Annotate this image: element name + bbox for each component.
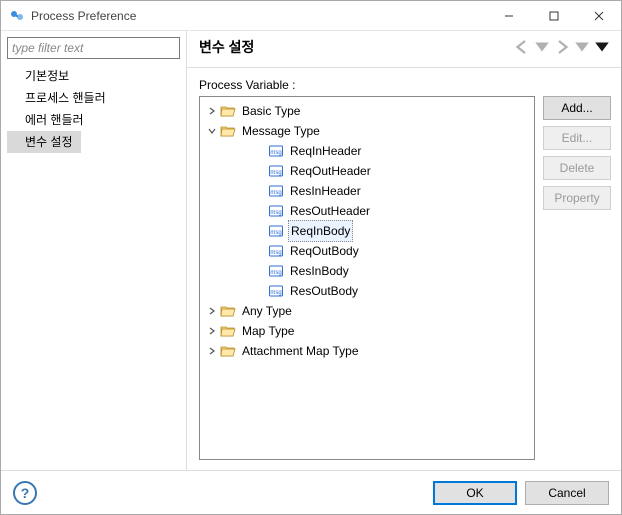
tree-row[interactable]: Message Type [202, 121, 532, 141]
svg-text:msg: msg [270, 270, 281, 276]
tree-label: ReqInBody [288, 220, 353, 242]
tree-row[interactable]: msg ResInHeader [202, 181, 532, 201]
svg-text:msg: msg [270, 170, 281, 176]
left-panel: 기본정보프로세스 핸들러에러 핸들러변수 설정 [1, 31, 187, 470]
tree-row[interactable]: Basic Type [202, 101, 532, 121]
msg-icon: msg [268, 223, 284, 239]
msg-icon: msg [268, 183, 284, 199]
pane-header: 변수 설정 [187, 31, 621, 68]
msg-icon: msg [268, 243, 284, 259]
body: 기본정보프로세스 핸들러에러 핸들러변수 설정 변수 설정 Process Va… [1, 31, 621, 470]
nav-item[interactable]: 기본정보 [7, 65, 180, 87]
pane-body: Process Variable : Basic TypeMessage Typ… [187, 68, 621, 470]
folder-icon [220, 323, 236, 339]
close-button[interactable] [576, 1, 621, 30]
msg-icon: msg [268, 283, 284, 299]
app-icon [9, 8, 25, 24]
tree-row[interactable]: msg ReqOutBody [202, 241, 532, 261]
tree-label: ResOutBody [288, 281, 360, 301]
filter-input[interactable] [7, 37, 180, 59]
tree-label: Basic Type [240, 101, 302, 121]
svg-text:msg: msg [270, 290, 281, 296]
tree-row[interactable]: msg ReqOutHeader [202, 161, 532, 181]
tree-row[interactable]: Map Type [202, 321, 532, 341]
minimize-button[interactable] [486, 1, 531, 30]
tree-label: ResInHeader [288, 181, 363, 201]
edit-button: Edit... [543, 126, 611, 150]
back-icon[interactable] [513, 38, 531, 56]
right-panel: 변수 설정 Process Variable : Basic TypeMessa… [187, 31, 621, 470]
tree-label: ReqOutBody [288, 241, 361, 261]
pane-menu-icon[interactable] [593, 38, 611, 56]
svg-text:msg: msg [270, 230, 281, 236]
tree-row[interactable]: msg ResOutBody [202, 281, 532, 301]
window: Process Preference 기본정보프로세스 핸들러에러 핸들러변수 … [0, 0, 622, 515]
msg-icon: msg [268, 163, 284, 179]
process-variable-column: Process Variable : Basic TypeMessage Typ… [199, 78, 535, 460]
tree-label: Any Type [240, 301, 294, 321]
delete-button: Delete [543, 156, 611, 180]
delete-button-label: Delete [560, 161, 595, 175]
ok-button-label: OK [466, 486, 483, 500]
folder-icon [220, 123, 236, 139]
maximize-button[interactable] [531, 1, 576, 30]
tree-label: ReqInHeader [288, 141, 363, 161]
pane-title: 변수 설정 [199, 37, 511, 57]
tree-row[interactable]: msg ReqInHeader [202, 141, 532, 161]
tree-row[interactable]: Attachment Map Type [202, 341, 532, 361]
tree-label: ResInBody [288, 261, 351, 281]
process-variable-label: Process Variable : [199, 78, 535, 92]
chevron-right-icon[interactable] [204, 346, 220, 356]
nav-list: 기본정보프로세스 핸들러에러 핸들러변수 설정 [7, 65, 180, 153]
property-button-label: Property [554, 191, 599, 205]
msg-icon: msg [268, 203, 284, 219]
cancel-button[interactable]: Cancel [525, 481, 609, 505]
titlebar: Process Preference [1, 1, 621, 31]
chevron-down-icon[interactable] [204, 126, 220, 136]
folder-icon [220, 103, 236, 119]
tree-label: ReqOutHeader [288, 161, 373, 181]
chevron-right-icon[interactable] [204, 326, 220, 336]
window-title: Process Preference [31, 9, 486, 23]
nav-item[interactable]: 프로세스 핸들러 [7, 87, 180, 109]
tree-label: Attachment Map Type [240, 341, 361, 361]
tree-row[interactable]: msg ResOutHeader [202, 201, 532, 221]
svg-text:msg: msg [270, 150, 281, 156]
tree-label: Map Type [240, 321, 296, 341]
chevron-right-icon[interactable] [204, 306, 220, 316]
cancel-button-label: Cancel [548, 486, 585, 500]
back-menu-icon[interactable] [533, 38, 551, 56]
tree-row[interactable]: Any Type [202, 301, 532, 321]
edit-button-label: Edit... [562, 131, 593, 145]
property-button: Property [543, 186, 611, 210]
svg-text:msg: msg [270, 250, 281, 256]
tree-label: Message Type [240, 121, 322, 141]
forward-menu-icon[interactable] [573, 38, 591, 56]
tree-label: ResOutHeader [288, 201, 372, 221]
button-column: Add... Edit... Delete Property [543, 96, 611, 460]
footer: ? OK Cancel [1, 470, 621, 514]
folder-icon [220, 343, 236, 359]
add-button-label: Add... [561, 101, 592, 115]
msg-icon: msg [268, 143, 284, 159]
forward-icon[interactable] [553, 38, 571, 56]
tree-row[interactable]: msg ResInBody [202, 261, 532, 281]
nav-item[interactable]: 변수 설정 [7, 131, 81, 153]
process-variable-tree[interactable]: Basic TypeMessage Type msg ReqInHeader msg R… [199, 96, 535, 460]
svg-text:msg: msg [270, 210, 281, 216]
ok-button[interactable]: OK [433, 481, 517, 505]
msg-icon: msg [268, 263, 284, 279]
svg-text:msg: msg [270, 190, 281, 196]
chevron-right-icon[interactable] [204, 106, 220, 116]
add-button[interactable]: Add... [543, 96, 611, 120]
help-icon[interactable]: ? [13, 481, 37, 505]
folder-icon [220, 303, 236, 319]
tree-row[interactable]: msg ReqInBody [202, 221, 532, 241]
nav-item[interactable]: 에러 핸들러 [7, 109, 180, 131]
